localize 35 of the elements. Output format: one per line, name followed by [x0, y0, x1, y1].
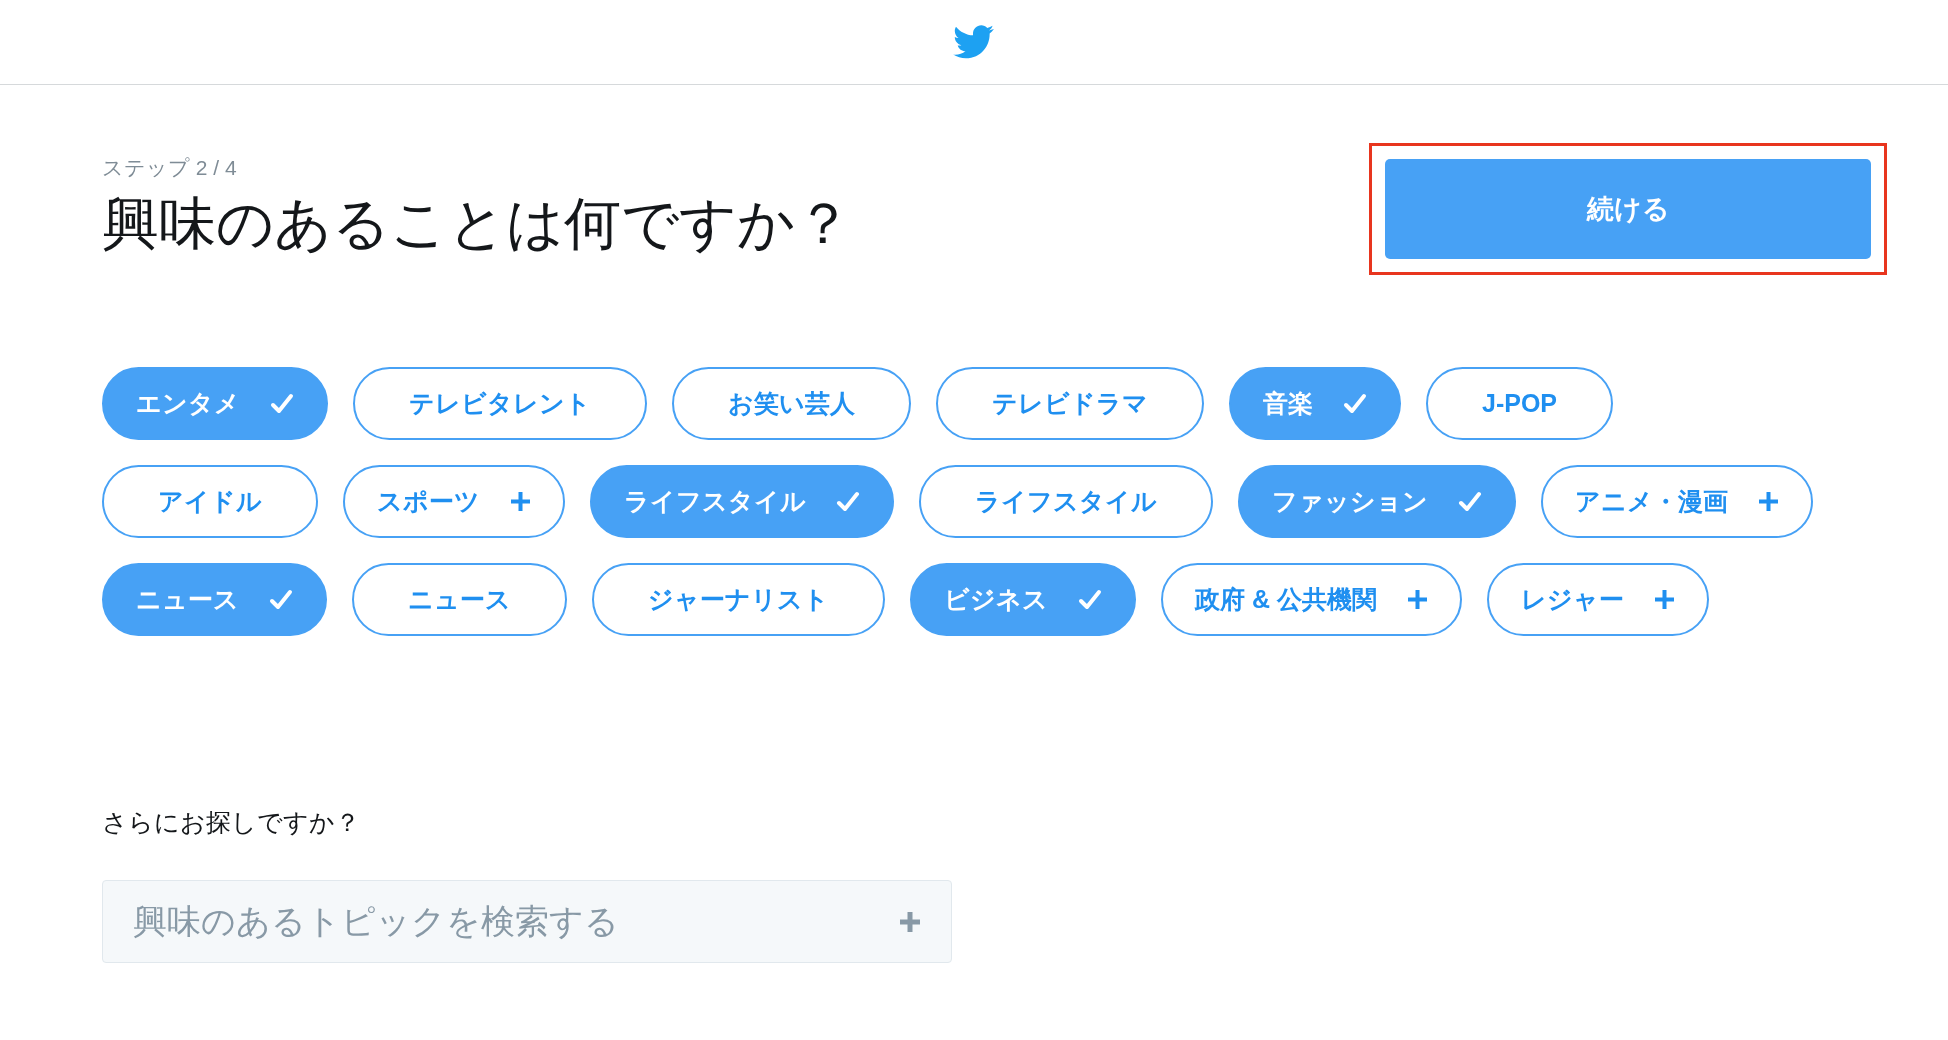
topic-chip[interactable]: J-POP: [1426, 367, 1614, 440]
topic-chip[interactable]: アニメ・漫画: [1541, 465, 1813, 538]
bird-logo-icon: [953, 25, 995, 59]
check-icon: [836, 490, 860, 513]
topic-chip[interactable]: ニュース: [352, 563, 567, 636]
topic-chip[interactable]: お笑い芸人: [672, 367, 911, 440]
topic-chip[interactable]: ビジネス: [910, 563, 1136, 636]
search-field[interactable]: 興味のあるトピックを検索する: [102, 879, 952, 963]
topic-chip[interactable]: スポーツ: [343, 465, 565, 538]
check-icon: [1343, 392, 1367, 415]
topic-chip[interactable]: ニュース: [102, 563, 327, 636]
topic-chip[interactable]: ジャーナリスト: [592, 563, 885, 636]
plus-icon: [510, 491, 531, 512]
continue-button[interactable]: 続ける: [1385, 159, 1871, 259]
plus-icon: [898, 909, 922, 934]
topic-chip[interactable]: ライフスタイル: [590, 465, 894, 538]
topic-chip[interactable]: 音楽: [1229, 367, 1401, 440]
topic-chip[interactable]: テレビタレント: [353, 367, 647, 440]
step-label: ステップ 2 / 4: [102, 157, 238, 178]
topic-chip[interactable]: ファッション: [1238, 465, 1516, 538]
check-icon: [269, 588, 293, 611]
plus-icon: [1758, 491, 1779, 512]
plus-icon: [1653, 589, 1675, 610]
topic-chip[interactable]: アイドル: [102, 465, 318, 538]
topic-chip[interactable]: 政府 & 公共機関: [1161, 563, 1462, 636]
page-title: 興味のあることは何ですか？: [102, 190, 852, 257]
plus-icon: [1406, 589, 1428, 610]
check-icon: [270, 392, 294, 415]
topic-chip[interactable]: レジャー: [1486, 563, 1709, 636]
topic-chip[interactable]: テレビドラマ: [936, 367, 1204, 440]
check-icon: [1078, 588, 1102, 611]
topic-chip[interactable]: ライフスタイル: [919, 465, 1213, 538]
topic-chip[interactable]: エンタメ: [102, 367, 328, 440]
check-icon: [1458, 490, 1482, 513]
more-prompt: さらにお探しですか？: [102, 807, 361, 838]
